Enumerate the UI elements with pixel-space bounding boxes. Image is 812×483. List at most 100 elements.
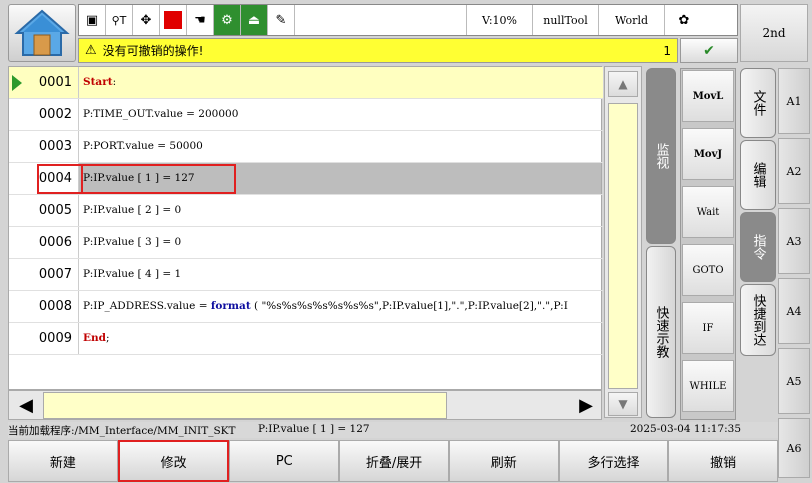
command-goto-button[interactable]: GOTO (682, 244, 734, 296)
tab-command[interactable]: 指令 (740, 212, 776, 282)
side-button-a4[interactable]: A4 (778, 278, 810, 344)
bottom-button-bar: 新建 修改 PC 折叠/展开 刷新 多行选择 撤销 (8, 440, 779, 482)
code-token: P:IP_ADDRESS.value = (83, 300, 211, 312)
code-text: P:PORT.value = 50000 (83, 131, 601, 162)
run-icon[interactable]: ⚙ (214, 5, 241, 35)
code-line[interactable]: 0002 P:TIME_OUT.value = 200000 (9, 99, 603, 131)
settings-icon[interactable]: ✿ (665, 5, 703, 35)
code-token: P:PORT.value = 50000 (83, 140, 203, 152)
code-text: P:IP_ADDRESS.value = format ( "%s%s%s%s%… (83, 291, 601, 322)
fold-expand-button[interactable]: 折叠/展开 (339, 440, 449, 482)
status-bar: 当前加载程序:/MM_Interface/MM_INIT_SKT P:IP.va… (8, 422, 778, 438)
scroll-up-button[interactable]: ▲ (608, 71, 638, 97)
modify-button[interactable]: 修改 (117, 440, 230, 482)
datetime: 2025-03-04 11:17:35 (630, 423, 742, 435)
tab-file[interactable]: 文件 (740, 68, 776, 138)
tab-quick-reach[interactable]: 快捷到达 (740, 284, 776, 356)
code-token: P:TIME_OUT.value = 200000 (83, 108, 239, 120)
return-icon[interactable]: ⏏ (241, 5, 268, 35)
code-line[interactable]: 0007 P:IP.value [ 4 ] = 1 (9, 259, 603, 291)
line-number: 0003 (9, 131, 79, 162)
command-if-button[interactable]: IF (682, 302, 734, 354)
code-text: Start: (83, 67, 601, 98)
document-icon[interactable]: ✎ (268, 5, 295, 35)
hand-icon[interactable]: ☚ (187, 5, 214, 35)
code-line[interactable]: 0006 P:IP.value [ 3 ] = 0 (9, 227, 603, 259)
scroll-left-button[interactable]: ◀ (13, 393, 39, 417)
code-highlight (81, 164, 236, 194)
code-token: ( "%s%s%s%s%s%s%s",P:IP.value[1],".",P:I… (250, 300, 568, 312)
stop-icon[interactable] (160, 5, 187, 35)
side-button-a1[interactable]: A1 (778, 68, 810, 134)
top-toolbar: ▣ ⚲T ✥ ☚ ⚙ ⏏ ✎ V:10% nullTool World ✿ (78, 4, 738, 36)
command-movl-button[interactable]: MovL (682, 70, 734, 122)
refresh-button[interactable]: 刷新 (448, 440, 559, 482)
side-button-a5[interactable]: A5 (778, 348, 810, 414)
robot-arm-icon[interactable]: ⚲T (106, 5, 133, 35)
vertical-scrollbar[interactable]: ▲ ▼ (604, 66, 642, 418)
toolbar-spacer (295, 5, 467, 35)
new-button[interactable]: 新建 (8, 440, 118, 482)
code-text: P:TIME_OUT.value = 200000 (83, 99, 601, 130)
command-movj-button[interactable]: MovJ (682, 128, 734, 180)
home-icon (14, 9, 70, 56)
message-text: 没有可撤销的操作! (102, 44, 204, 58)
code-line[interactable]: 0009 End; (9, 323, 603, 355)
line-number: 0008 (9, 291, 79, 322)
code-line[interactable]: 0008 P:IP_ADDRESS.value = format ( "%s%s%… (9, 291, 603, 323)
side-button-a6[interactable]: A6 (778, 418, 810, 478)
code-token: Start (83, 76, 113, 88)
code-token: format (210, 300, 251, 312)
tool-readout[interactable]: nullTool (533, 5, 599, 35)
confirm-button[interactable]: ✔ (680, 38, 738, 63)
tab-monitor[interactable]: 监视 (646, 68, 676, 244)
velocity-readout[interactable]: V:10% (467, 5, 533, 35)
loaded-program: 当前加载程序:/MM_Interface/MM_INIT_SKT (8, 425, 236, 437)
code-token: ; (105, 332, 110, 344)
code-text: End; (83, 323, 601, 354)
frame-readout[interactable]: World (599, 5, 665, 35)
scroll-down-button[interactable]: ▼ (608, 392, 638, 416)
line-number: 0006 (9, 227, 79, 258)
command-wait-button[interactable]: Wait (682, 186, 734, 238)
horizontal-scrollbar[interactable]: ◀ ▶ (8, 390, 602, 420)
side-button-a3[interactable]: A3 (778, 208, 810, 274)
code-text: P:IP.value [ 2 ] = 0 (83, 195, 601, 226)
line-number: 0005 (9, 195, 79, 226)
side-button-a2[interactable]: A2 (778, 138, 810, 204)
monitor-icon[interactable]: ▣ (79, 5, 106, 35)
program-editor[interactable]: 0001 Start: 0002 P:TIME_OUT.value = 200000 0… (8, 66, 603, 390)
joint-icon[interactable]: ✥ (133, 5, 160, 35)
scroll-thumb[interactable] (608, 103, 638, 389)
second-function-button[interactable]: 2nd (740, 4, 808, 62)
undo-button[interactable]: 撤销 (668, 440, 779, 482)
code-token: P:IP.value [ 3 ] = 0 (83, 236, 182, 248)
line-number: 0007 (9, 259, 79, 290)
selected-line-preview: P:IP.value [ 1 ] = 127 (258, 423, 370, 435)
pc-button[interactable]: PC (229, 440, 340, 482)
code-line[interactable]: 0001 Start: (9, 67, 603, 99)
code-token: End (83, 332, 106, 344)
message-bar: ⚠ 没有可撤销的操作! 1 (78, 38, 678, 63)
horizontal-scroll-thumb[interactable] (43, 392, 447, 419)
tab-quick-teach[interactable]: 快速示教 (646, 246, 676, 418)
message-count: 1 (663, 43, 671, 58)
warning-icon: ⚠ (85, 43, 97, 58)
scroll-right-button[interactable]: ▶ (573, 393, 599, 417)
code-line[interactable]: 0003 P:PORT.value = 50000 (9, 131, 603, 163)
line-number-highlight (37, 164, 83, 194)
code-line[interactable]: 0005 P:IP.value [ 2 ] = 0 (9, 195, 603, 227)
code-text: P:IP.value [ 4 ] = 1 (83, 259, 601, 290)
home-button[interactable] (8, 4, 76, 62)
multi-select-button[interactable]: 多行选择 (558, 440, 669, 482)
code-token: P:IP.value [ 4 ] = 1 (83, 268, 182, 280)
tab-edit[interactable]: 编辑 (740, 140, 776, 210)
code-text: P:IP.value [ 3 ] = 0 (83, 227, 601, 258)
line-number: 0002 (9, 99, 79, 130)
current-line-arrow-icon (12, 75, 22, 91)
checkmark-icon: ✔ (703, 42, 715, 59)
command-while-button[interactable]: WHILE (682, 360, 734, 412)
code-token: P:IP.value [ 2 ] = 0 (83, 204, 182, 216)
line-number: 0009 (9, 323, 79, 354)
code-token: : (112, 76, 117, 88)
